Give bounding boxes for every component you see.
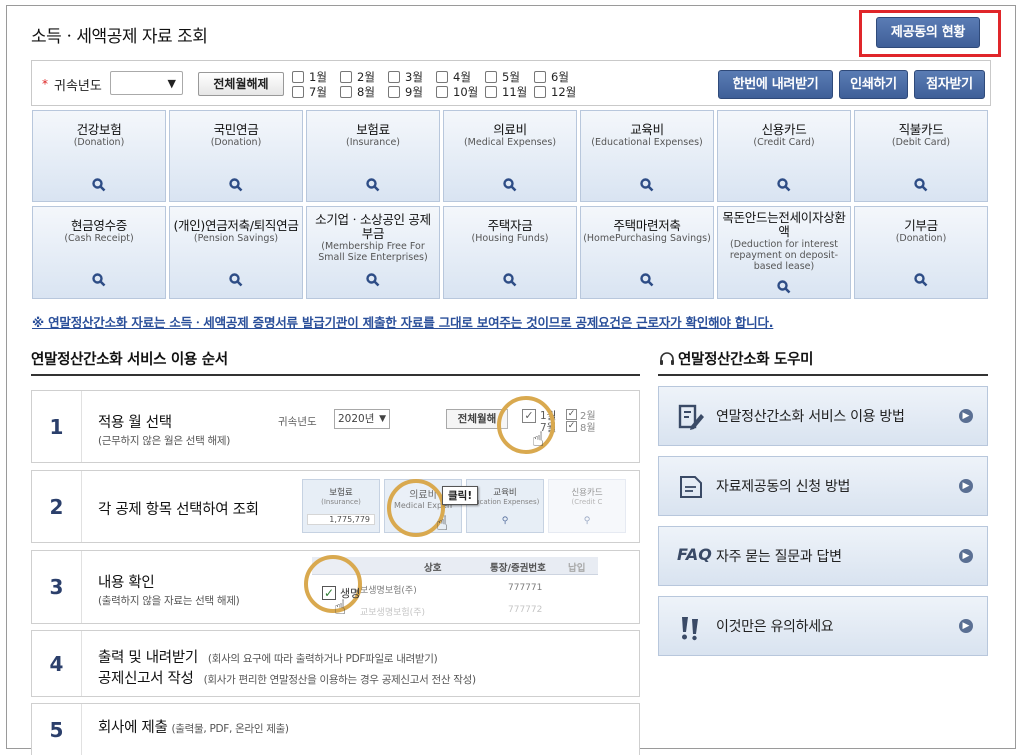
search-icon bbox=[777, 280, 791, 294]
pointer-hand-icon: ☝ bbox=[436, 511, 449, 535]
month-checkbox-3[interactable]: 3월 bbox=[388, 70, 423, 84]
month-checkbox-12[interactable]: 12월 bbox=[534, 85, 576, 99]
arrow-right-icon: ▶ bbox=[959, 409, 973, 423]
category-debit-card[interactable]: 직불카드 (Debit Card) bbox=[854, 110, 988, 202]
toolbar: * 귀속년도 ▼ 전체월해제 1월 2월 3월 4월 5월 6월 7월 8월 9… bbox=[31, 60, 991, 106]
month-checkbox-6[interactable]: 6월 bbox=[534, 70, 569, 84]
step-subtitle: (근무하지 않은 월은 선택 해제) bbox=[98, 435, 231, 447]
headset-icon bbox=[660, 352, 674, 365]
category-small-business-mutual-aid[interactable]: 소기업ㆍ소상공인 공제부금 (Membership Free For Small … bbox=[306, 206, 440, 299]
braille-download-button[interactable]: 점자받기 bbox=[914, 70, 985, 99]
search-icon bbox=[229, 178, 243, 192]
year-select[interactable]: ▼ bbox=[110, 71, 183, 95]
month-checkbox-1[interactable]: 1월 bbox=[292, 70, 327, 84]
page-frame: 소득ㆍ세액공제 자료 조회 제공동의 현황 * 귀속년도 ▼ 전체월해제 1월 … bbox=[6, 5, 1016, 755]
steps-section-title: 연말정산간소화 서비스 이용 순서 bbox=[31, 352, 228, 368]
exclamation-icon bbox=[682, 617, 698, 641]
pointer-hand-icon: ☝ bbox=[532, 427, 545, 451]
help-caution-button[interactable]: 이것만은 유의하세요 ▶ bbox=[658, 596, 988, 656]
category-lease-interest-repayment[interactable]: 목돈안드는전세이자상환액 (Deduction for interest repa… bbox=[717, 206, 851, 299]
step-5: 5 회사에 제출 (출력물, PDF, 온라인 제출) bbox=[31, 703, 640, 755]
help-service-usage-button[interactable]: 연말정산간소화 서비스 이용 방법 ▶ bbox=[658, 386, 988, 446]
step-3: 3 내용 확인 (출력하지 않을 자료는 선택 해제) 상호 통장/증권번호 납… bbox=[31, 550, 640, 624]
step-title: 회사에 제출 (출력물, PDF, 온라인 제출) bbox=[98, 720, 289, 736]
search-icon bbox=[640, 178, 654, 192]
step-title: 출력 및 내려받기 (회사의 요구에 따라 출력하거나 PDF파일로 내려받기) bbox=[98, 650, 438, 666]
search-icon bbox=[914, 178, 928, 192]
step-title: 각 공제 항목 선택하여 조회 bbox=[98, 502, 259, 518]
category-health-insurance[interactable]: 건강보험 (Donation) bbox=[32, 110, 166, 202]
step-number: 3 bbox=[32, 551, 82, 623]
step-4: 4 출력 및 내려받기 (회사의 요구에 따라 출력하거나 PDF파일로 내려받기… bbox=[31, 630, 640, 697]
highlight-circle bbox=[304, 555, 362, 613]
search-icon bbox=[503, 273, 517, 287]
faq-icon: FAQ bbox=[677, 545, 712, 564]
month-checkbox-10[interactable]: 10월 bbox=[436, 85, 478, 99]
search-icon bbox=[503, 178, 517, 192]
step-title: 내용 확인 bbox=[98, 575, 155, 591]
clear-all-months-button[interactable]: 전체월해제 bbox=[198, 72, 284, 96]
search-icon bbox=[914, 273, 928, 287]
step-subtitle: (출력하지 않을 자료는 선택 해제) bbox=[98, 595, 240, 607]
step-title-2: 공제신고서 작성 (회사가 편리한 연말정산을 이용하는 경우 공제신고서 전산 … bbox=[98, 671, 476, 687]
category-insurance[interactable]: 보험료 (Insurance) bbox=[306, 110, 440, 202]
required-mark: * bbox=[42, 77, 48, 91]
download-all-button[interactable]: 한번에 내려받기 bbox=[718, 70, 833, 99]
print-button[interactable]: 인쇄하기 bbox=[839, 70, 908, 99]
month-checkbox-7[interactable]: 7월 bbox=[292, 85, 327, 99]
category-credit-card[interactable]: 신용카드 (Credit Card) bbox=[717, 110, 851, 202]
arrow-right-icon: ▶ bbox=[959, 619, 973, 633]
category-home-purchasing-savings[interactable]: 주택마련저축 (HomePurchasing Savings) bbox=[580, 206, 714, 299]
pointer-hand-icon: ☝ bbox=[334, 595, 347, 619]
step-number: 2 bbox=[32, 471, 82, 542]
help-section-title: 연말정산간소화 도우미 bbox=[659, 348, 813, 369]
step-number: 1 bbox=[32, 391, 82, 462]
search-icon bbox=[92, 178, 106, 192]
category-cash-receipt[interactable]: 현금영수증 (Cash Receipt) bbox=[32, 206, 166, 299]
category-pension-savings[interactable]: (개인)연금저축/퇴직연금 (Pension Savings) bbox=[169, 206, 303, 299]
section-divider bbox=[658, 374, 988, 376]
category-medical-expenses[interactable]: 의료비 (Medical Expenses) bbox=[443, 110, 577, 202]
search-icon bbox=[229, 273, 243, 287]
step-2: 2 각 공제 항목 선택하여 조회 보험료 (Insurance) 1,775,… bbox=[31, 470, 640, 543]
search-icon bbox=[777, 178, 791, 192]
step-number: 5 bbox=[32, 704, 82, 755]
year-label: 귀속년도 bbox=[54, 79, 102, 94]
month-checkbox-9[interactable]: 9월 bbox=[388, 85, 423, 99]
search-icon bbox=[366, 178, 380, 192]
click-tooltip: 클릭! bbox=[442, 486, 479, 505]
consent-status-button[interactable]: 제공동의 현황 bbox=[876, 17, 980, 48]
category-national-pension[interactable]: 국민연금 (Donation) bbox=[169, 110, 303, 202]
highlight-circle bbox=[497, 396, 555, 454]
month-checkbox-4[interactable]: 4월 bbox=[436, 70, 471, 84]
step-title: 적용 월 선택 bbox=[98, 415, 172, 431]
chevron-down-icon: ▼ bbox=[167, 77, 176, 90]
deduction-notice-link[interactable]: ※ 연말정산간소화 자료는 소득ㆍ세액공제 증명서류 발급기관이 제출한 자료를… bbox=[32, 312, 774, 331]
month-checkbox-11[interactable]: 11월 bbox=[485, 85, 527, 99]
step-1: 1 적용 월 선택 (근무하지 않은 월은 선택 해제) 귀속년도 2020년 ▼… bbox=[31, 390, 640, 463]
document-icon bbox=[680, 476, 702, 498]
search-icon bbox=[366, 273, 380, 287]
help-consent-request-button[interactable]: 자료제공동의 신청 방법 ▶ bbox=[658, 456, 988, 516]
month-checkbox-8[interactable]: 8월 bbox=[340, 85, 375, 99]
search-icon bbox=[92, 273, 106, 287]
arrow-right-icon: ▶ bbox=[959, 479, 973, 493]
help-faq-button[interactable]: FAQ 자주 묻는 질문과 답변 ▶ bbox=[658, 526, 988, 586]
category-housing-funds[interactable]: 주택자금 (Housing Funds) bbox=[443, 206, 577, 299]
category-donation[interactable]: 기부금 (Donation) bbox=[854, 206, 988, 299]
document-edit-icon bbox=[678, 404, 704, 430]
month-checkbox-5[interactable]: 5월 bbox=[485, 70, 520, 84]
month-checkbox-2[interactable]: 2월 bbox=[340, 70, 375, 84]
step-number: 4 bbox=[32, 631, 82, 696]
category-education-expenses[interactable]: 교육비 (Educational Expenses) bbox=[580, 110, 714, 202]
page-title: 소득ㆍ세액공제 자료 조회 bbox=[31, 27, 208, 47]
month-checkboxes: 1월 2월 3월 4월 5월 6월 7월 8월 9월 10월 11월 12월 bbox=[292, 70, 592, 100]
section-divider bbox=[31, 374, 640, 376]
step1-illustration: 귀속년도 2020년 ▼ 전체월해 ✓ 1월 7월 ✓ ✓ 2월 8월 bbox=[278, 409, 596, 434]
search-icon bbox=[640, 273, 654, 287]
arrow-right-icon: ▶ bbox=[959, 549, 973, 563]
